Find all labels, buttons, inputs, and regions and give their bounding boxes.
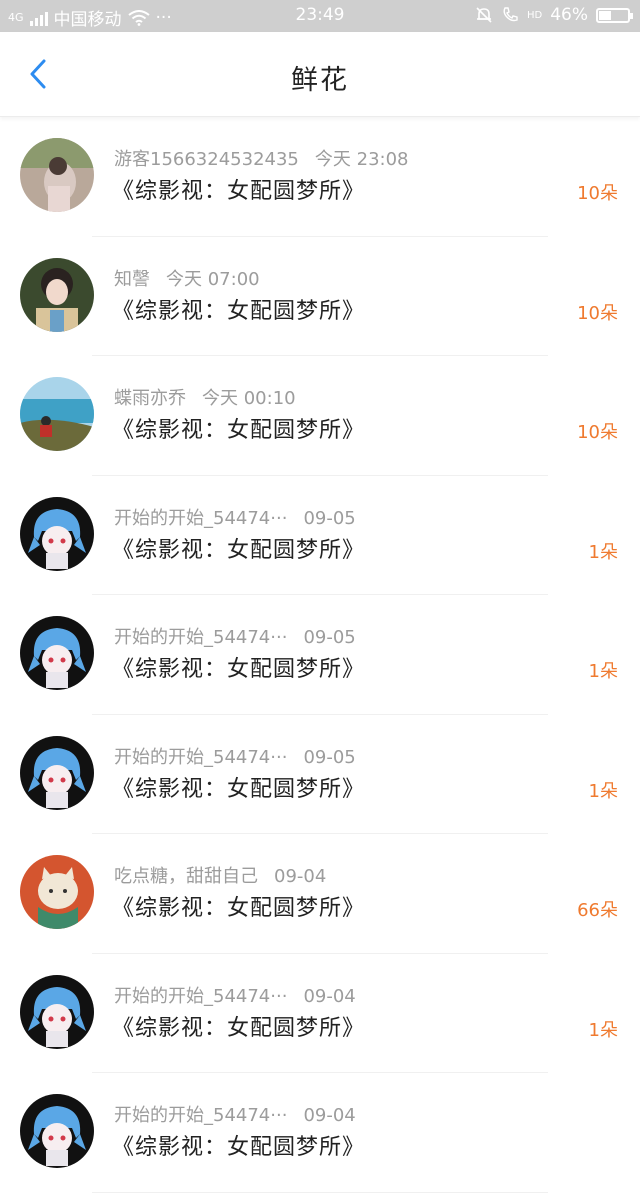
list-item[interactable]: 蝶雨亦乔 今天 00:10 《综影视：女配圆梦所》 10朵 (0, 356, 640, 476)
book-title: 《综影视：女配圆梦所》 (112, 776, 366, 802)
book-title: 《综影视：女配圆梦所》 (112, 657, 366, 682)
flower-count: 1朵 (588, 541, 618, 563)
list-item[interactable]: 开始的开始_54474··· 09-04 《综影视：女配圆梦所》 (0, 1073, 640, 1193)
list-item[interactable]: 开始的开始_54474··· 09-04 《综影视：女配圆梦所》 1朵 (0, 954, 640, 1073)
book-title: 《综影视：女配圆梦所》 (112, 896, 366, 921)
avatar-photo-girl-field[interactable] (20, 138, 94, 212)
username: 开始的开始_54474··· (114, 746, 288, 768)
timestamp: 09-05 (303, 746, 356, 768)
timestamp: 今天 00:10 (202, 388, 296, 409)
flower-list: 游客1566324532435 今天 23:08 《综影视：女配圆梦所》 10朵 … (0, 117, 640, 1193)
username: 游客1566324532435 (114, 149, 299, 170)
avatar-anime-blue-hair[interactable] (20, 496, 94, 571)
list-item[interactable]: 知謦 今天 07:00 《综影视：女配圆梦所》 10朵 (0, 237, 640, 356)
avatar-cat-illustration[interactable] (20, 855, 94, 929)
item-meta: 知謦 今天 07:00 (114, 265, 260, 291)
status-right: HD 46% (475, 5, 633, 25)
book-title: 《综影视：女配圆梦所》 (112, 1135, 366, 1160)
page-title: 鲜花 (291, 65, 349, 96)
item-meta: 开始的开始_54474··· 09-05 (114, 623, 356, 649)
item-meta: 开始的开始_54474··· 09-04 (114, 1101, 356, 1127)
flower-count: 1朵 (588, 1019, 618, 1041)
username: 知謦 (114, 268, 150, 290)
username: 开始的开始_54474··· (114, 985, 288, 1007)
flower-count: 1朵 (588, 661, 618, 682)
item-meta: 蝶雨亦乔 今天 00:10 (114, 384, 296, 410)
item-meta: 开始的开始_54474··· 09-05 (114, 504, 356, 530)
list-item[interactable]: 游客1566324532435 今天 23:08 《综影视：女配圆梦所》 10朵 (0, 117, 640, 237)
hd-label: HD (526, 9, 543, 21)
status-bar: 4G 中国移动 ··· 23:49 HD 46% (0, 0, 640, 32)
avatar-anime-blue-hair[interactable] (20, 1094, 94, 1168)
avatar-anime-blue-hair[interactable] (20, 974, 94, 1049)
timestamp: 09-05 (303, 507, 356, 529)
bell-off-icon (476, 7, 492, 23)
item-meta: 游客1566324532435 今天 23:08 (114, 145, 409, 171)
book-title: 《综影视：女配圆梦所》 (112, 537, 366, 563)
flower-count: 10朵 (577, 302, 618, 324)
timestamp: 今天 23:08 (314, 149, 409, 170)
battery-icon (596, 7, 633, 23)
username: 开始的开始_54474··· (114, 507, 288, 529)
call-icon (503, 7, 518, 22)
timestamp: 09-04 (303, 985, 356, 1007)
item-meta: 吃点糖，甜甜自己 09-04 (114, 862, 326, 888)
divider (92, 1191, 548, 1193)
book-title: 《综影视：女配圆梦所》 (112, 179, 366, 204)
username: 开始的开始_54474··· (114, 627, 288, 648)
timestamp: 09-04 (274, 866, 327, 887)
timestamp: 今天 07:00 (166, 268, 260, 290)
username: 吃点糖，甜甜自己 (114, 866, 258, 887)
list-item[interactable]: 开始的开始_54474··· 09-05 《综影视：女配圆梦所》 1朵 (0, 595, 640, 715)
item-meta: 开始的开始_54474··· 09-04 (114, 982, 356, 1008)
avatar-photo-costume-girl[interactable] (20, 257, 94, 332)
nav-bar: 鲜花 (0, 32, 640, 117)
book-title: 《综影视：女配圆梦所》 (112, 1015, 366, 1041)
flower-count: 10朵 (577, 422, 618, 443)
list-item[interactable]: 开始的开始_54474··· 09-05 《综影视：女配圆梦所》 1朵 (0, 476, 640, 595)
username: 开始的开始_54474··· (114, 1105, 288, 1126)
flower-count: 1朵 (588, 780, 618, 802)
avatar-photo-seaside[interactable] (20, 377, 94, 451)
timestamp: 09-05 (303, 627, 356, 648)
battery-percent: 46% (550, 5, 588, 25)
book-title: 《综影视：女配圆梦所》 (112, 298, 366, 324)
book-title: 《综影视：女配圆梦所》 (112, 418, 366, 443)
list-item[interactable]: 开始的开始_54474··· 09-05 《综影视：女配圆梦所》 1朵 (0, 715, 640, 834)
avatar-anime-blue-hair[interactable] (20, 735, 94, 810)
flower-count: 10朵 (577, 183, 618, 204)
avatar-anime-blue-hair[interactable] (20, 616, 94, 690)
flower-count: 66朵 (577, 900, 618, 921)
list-item[interactable]: 吃点糖，甜甜自己 09-04 《综影视：女配圆梦所》 66朵 (0, 834, 640, 954)
item-meta: 开始的开始_54474··· 09-05 (114, 743, 356, 769)
timestamp: 09-04 (303, 1105, 356, 1126)
username: 蝶雨亦乔 (114, 388, 186, 409)
